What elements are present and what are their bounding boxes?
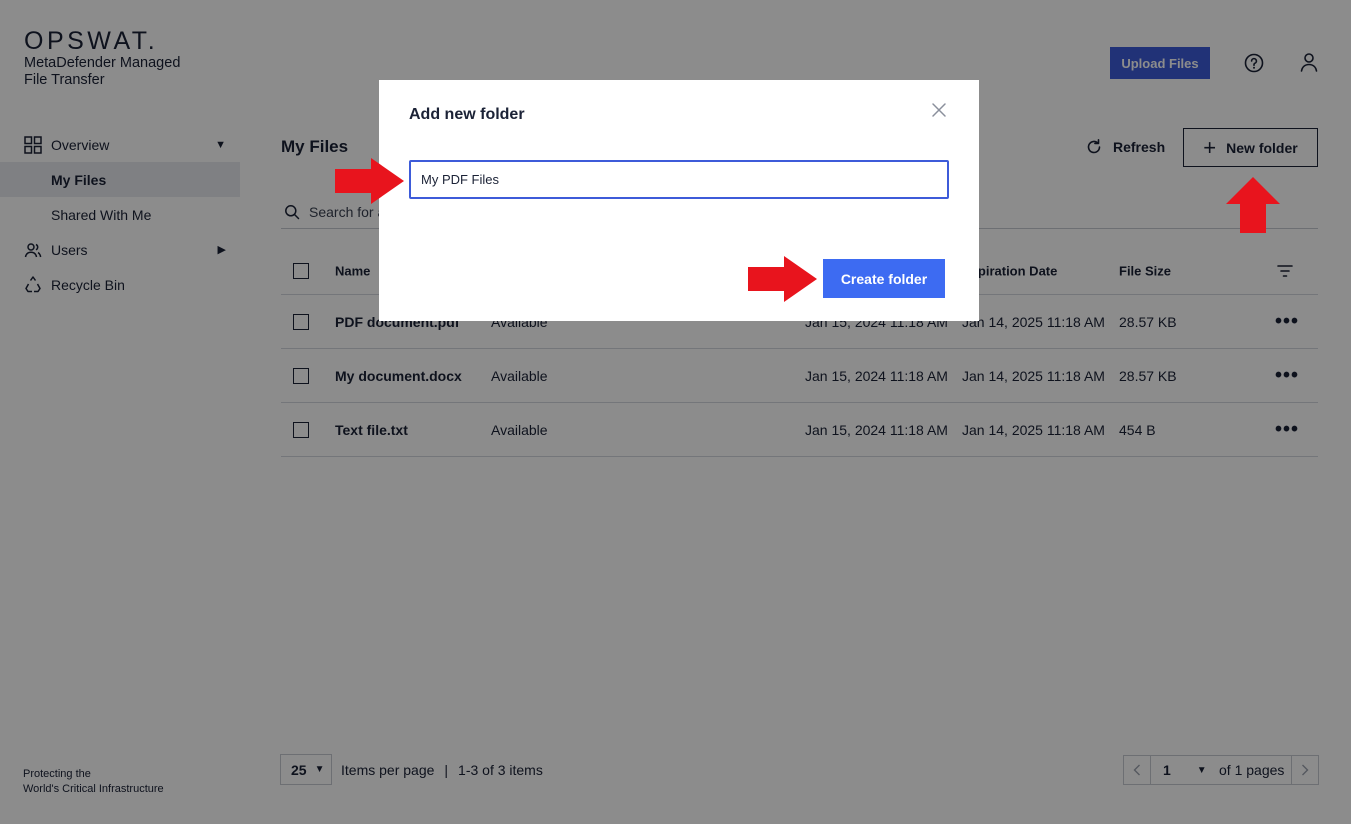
arrow-right-icon bbox=[748, 256, 817, 302]
close-icon[interactable] bbox=[931, 102, 947, 118]
add-folder-dialog: Add new folder Create folder bbox=[379, 80, 979, 321]
arrow-up-icon bbox=[1226, 177, 1280, 233]
create-folder-button[interactable]: Create folder bbox=[823, 259, 945, 298]
folder-name-input[interactable] bbox=[409, 160, 949, 199]
arrow-right-icon bbox=[335, 158, 404, 204]
dialog-title: Add new folder bbox=[409, 106, 525, 123]
